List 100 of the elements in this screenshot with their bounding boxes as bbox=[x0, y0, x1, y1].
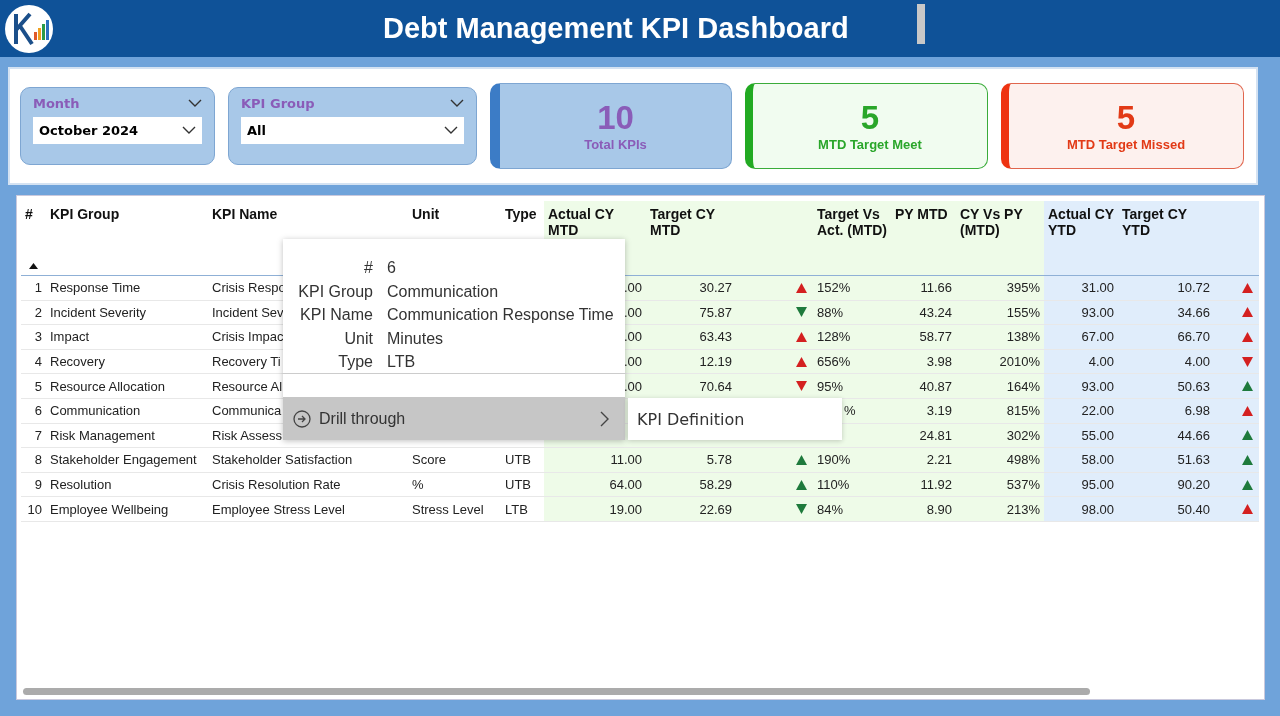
column-header[interactable]: PY MTD bbox=[895, 206, 952, 222]
table-cell: Incident Severity bbox=[50, 304, 147, 320]
table-cell: % bbox=[844, 403, 856, 419]
card-label: MTD Target Missed bbox=[1066, 136, 1186, 152]
table-cell: 302% bbox=[1006, 427, 1040, 443]
table-cell: 55.00 bbox=[1081, 427, 1114, 443]
tooltip-label: KPI Group bbox=[297, 282, 373, 302]
card-label: MTD Target Meet bbox=[818, 136, 922, 152]
filter-label: KPI Group bbox=[241, 96, 315, 111]
chevron-down-icon bbox=[450, 99, 464, 108]
drill-through-item[interactable]: Drill through bbox=[283, 397, 625, 440]
table-cell: 43.24 bbox=[919, 304, 952, 320]
table-cell: Risk Management bbox=[50, 427, 155, 443]
table-cell: 19.00 bbox=[609, 501, 642, 517]
table-cell: Risk Assess bbox=[212, 427, 283, 443]
table-cell: 63.43 bbox=[699, 329, 732, 345]
table-cell: 24.81 bbox=[919, 427, 952, 443]
tooltip-value: Communication Response Time bbox=[387, 306, 615, 326]
table-cell: 190% bbox=[817, 452, 851, 468]
table-cell: 155% bbox=[1006, 304, 1040, 320]
table-cell: 4.00 bbox=[1184, 354, 1210, 370]
table-cell: 40.87 bbox=[919, 378, 952, 394]
column-header[interactable]: Unit bbox=[412, 206, 497, 222]
column-header[interactable]: KPI Group bbox=[50, 206, 204, 222]
filter-label: Month bbox=[33, 96, 80, 111]
table-cell: Stress Level bbox=[412, 501, 484, 517]
table-cell: 9 bbox=[34, 477, 42, 493]
card-label: Total KPIs bbox=[584, 136, 647, 152]
column-header[interactable]: Target CY MTD bbox=[650, 206, 732, 238]
table-cell: 88% bbox=[817, 304, 844, 320]
table-cell: 58.77 bbox=[919, 329, 952, 345]
table-cell: .00 bbox=[623, 280, 642, 296]
table-cell: 5 bbox=[34, 378, 42, 394]
tooltip-label: Unit bbox=[343, 329, 373, 349]
table-cell: 95.00 bbox=[1081, 477, 1114, 493]
card-value: 5 bbox=[860, 100, 880, 137]
chevron-down-icon bbox=[444, 126, 458, 135]
table-cell: 4 bbox=[34, 354, 42, 370]
table-cell: 395% bbox=[1006, 280, 1040, 296]
table-cell: Crisis Impac bbox=[212, 329, 284, 345]
chevron-down-icon bbox=[182, 126, 196, 135]
table-cell: 12.19 bbox=[699, 354, 732, 370]
table-cell: 11.92 bbox=[920, 477, 952, 493]
table-cell: Recovery Ti bbox=[212, 354, 281, 370]
card-value: 5 bbox=[1116, 100, 1136, 137]
table-cell: 164% bbox=[1006, 378, 1040, 394]
table-cell: 7 bbox=[34, 427, 42, 443]
chevron-right-icon bbox=[600, 410, 609, 427]
table-cell: 110% bbox=[817, 477, 850, 493]
column-header[interactable]: # bbox=[25, 206, 42, 222]
table-cell: Resource Al bbox=[212, 378, 283, 394]
table-cell: 51.63 bbox=[1177, 452, 1210, 468]
column-header[interactable]: CY Vs PY (MTD) bbox=[960, 206, 1040, 238]
table-cell: 84% bbox=[817, 501, 844, 517]
table-cell: 537% bbox=[1006, 477, 1040, 493]
table-cell: 64.00 bbox=[609, 477, 642, 493]
table-cell: 67.00 bbox=[1081, 329, 1114, 345]
table-cell: 98.00 bbox=[1081, 501, 1114, 517]
table-cell: 8 bbox=[34, 452, 42, 468]
table-cell: 6 bbox=[34, 403, 42, 419]
column-header[interactable]: Type bbox=[505, 206, 540, 222]
table-cell: 3.98 bbox=[926, 354, 952, 370]
table-cell: .00 bbox=[623, 304, 642, 320]
card-value: 10 bbox=[597, 100, 634, 137]
tooltip-value: Communication bbox=[387, 282, 500, 302]
table-cell: 31.00 bbox=[1081, 280, 1114, 296]
table-cell: 138% bbox=[1006, 329, 1040, 345]
table-cell: 128% bbox=[817, 329, 851, 345]
table-cell: Impact bbox=[50, 329, 89, 345]
tooltip-label: # bbox=[363, 259, 373, 278]
column-header[interactable]: KPI Name bbox=[212, 206, 404, 222]
table-cell: UTB bbox=[505, 477, 531, 493]
scrollbar[interactable] bbox=[23, 688, 1090, 695]
table-cell: 58.29 bbox=[699, 477, 732, 493]
table-cell: 93.00 bbox=[1081, 304, 1114, 320]
table-cell: 2 bbox=[34, 304, 42, 320]
table-cell: 11.00 bbox=[610, 452, 642, 468]
table-cell: 50.63 bbox=[1177, 378, 1210, 394]
table-cell: UTB bbox=[505, 452, 531, 468]
table-cell: Communica bbox=[212, 403, 282, 419]
table-cell: Incident Sev bbox=[212, 304, 284, 320]
dropdown[interactable]: All bbox=[241, 117, 464, 144]
tooltip-value: 6 bbox=[387, 259, 397, 278]
logo-icon bbox=[4, 3, 54, 54]
table-cell: Stakeholder Engagement bbox=[50, 452, 197, 468]
column-header[interactable]: Target CY YTD bbox=[1122, 206, 1210, 238]
dropdown[interactable]: October 2024 bbox=[33, 117, 202, 144]
column-header[interactable]: Actual CY MTD bbox=[548, 206, 642, 238]
table-cell: Employee Wellbeing bbox=[50, 501, 169, 517]
table-cell: % bbox=[412, 477, 424, 493]
table-cell: 44.66 bbox=[1177, 427, 1210, 443]
arrow-circle-icon bbox=[293, 409, 311, 428]
column-header[interactable]: Actual CY YTD bbox=[1048, 206, 1114, 238]
chevron-down-icon bbox=[188, 99, 202, 108]
table-cell: 152% bbox=[817, 280, 851, 296]
table-cell: 2.21 bbox=[926, 452, 952, 468]
table-cell: 5.78 bbox=[706, 452, 732, 468]
column-header[interactable]: Target Vs Act. (MTD) bbox=[817, 206, 887, 238]
table-cell: 10 bbox=[27, 501, 42, 517]
submenu-item[interactable]: KPI Definition bbox=[628, 398, 842, 440]
